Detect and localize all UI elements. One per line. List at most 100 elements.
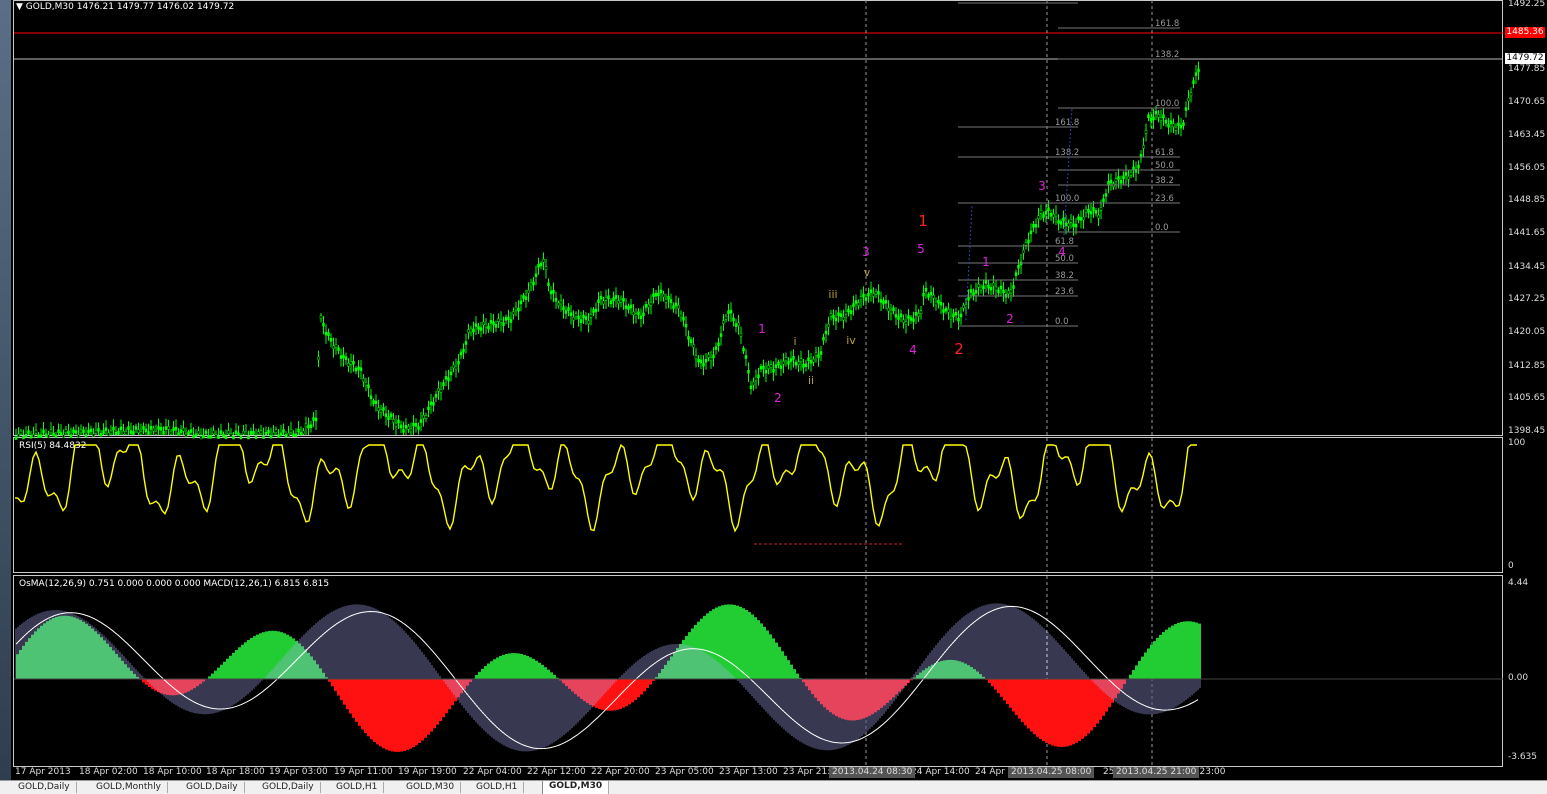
rsi-label: RSI(5) 84.4832 bbox=[19, 441, 86, 451]
candle-body bbox=[928, 294, 930, 297]
osma-bar bbox=[73, 617, 76, 679]
candle-body bbox=[218, 436, 220, 439]
symbol-header[interactable]: ▼ GOLD,M30 1476.21 1479.77 1476.02 1479.… bbox=[16, 2, 234, 12]
candle-body bbox=[540, 263, 542, 266]
candle-body bbox=[618, 300, 620, 303]
chart-tab[interactable]: GOLD,Daily bbox=[180, 782, 245, 793]
resistance-price-box: 1485.36 bbox=[1505, 27, 1545, 38]
candle-body bbox=[775, 365, 777, 368]
fib-level-label: 61.8 bbox=[1155, 148, 1174, 158]
candle-body bbox=[348, 363, 350, 366]
candle-body bbox=[325, 332, 327, 335]
osma-bar bbox=[382, 679, 385, 748]
osma-bar bbox=[814, 679, 817, 698]
candle-body bbox=[1155, 111, 1157, 114]
candle-body bbox=[820, 352, 822, 355]
candle-body bbox=[185, 434, 187, 437]
osma-bar bbox=[979, 674, 982, 679]
osma-bar bbox=[301, 646, 304, 679]
osma-bar bbox=[529, 657, 532, 679]
candle-body bbox=[1010, 290, 1012, 293]
osma-bar bbox=[379, 679, 382, 746]
chart-tab[interactable]: GOLD,H1 bbox=[330, 782, 384, 793]
osma-bar bbox=[706, 613, 709, 679]
osma-bar bbox=[538, 663, 541, 679]
fib-level-label: 161.8 bbox=[1155, 19, 1179, 29]
candle-body bbox=[838, 313, 840, 316]
chart-tab[interactable]: GOLD,H1 bbox=[470, 782, 524, 793]
time-axis-label: 23 Apr 13:00 bbox=[719, 767, 778, 777]
wave-label-olive: iii bbox=[828, 288, 837, 301]
osma-bar bbox=[808, 679, 811, 690]
candle-body bbox=[790, 359, 792, 362]
chart-tab[interactable]: GOLD,Daily bbox=[12, 782, 77, 793]
candle-body bbox=[300, 432, 302, 435]
candle-body bbox=[478, 327, 480, 330]
osma-bar bbox=[190, 679, 193, 690]
candle-body bbox=[635, 314, 637, 317]
candle-body bbox=[1108, 181, 1110, 184]
price-tick-label: 1470.65 bbox=[1508, 97, 1545, 107]
osma-bar bbox=[754, 617, 757, 679]
candle-body bbox=[378, 408, 380, 411]
candle-body bbox=[468, 330, 470, 333]
osma-bar bbox=[148, 679, 151, 687]
osma-bar bbox=[232, 653, 235, 679]
osma-bar bbox=[1075, 679, 1078, 743]
candle-body bbox=[93, 434, 95, 437]
candle-body bbox=[603, 301, 605, 304]
candle-body bbox=[1048, 208, 1050, 211]
osma-bar bbox=[520, 654, 523, 679]
dropdown-triangle-icon[interactable]: ▼ bbox=[16, 2, 23, 12]
candle-body bbox=[170, 431, 172, 434]
candle-body bbox=[1035, 224, 1037, 227]
candle-body bbox=[920, 311, 922, 314]
candle-body bbox=[250, 431, 252, 434]
chart-tab[interactable]: GOLD,M30 bbox=[400, 782, 461, 793]
chart-tab[interactable]: GOLD,Daily bbox=[256, 782, 321, 793]
candle-body bbox=[610, 301, 612, 304]
osma-bar bbox=[277, 631, 280, 679]
chart-tab[interactable]: GOLD,M30 bbox=[542, 781, 609, 794]
candle-body bbox=[395, 423, 397, 426]
osma-bar bbox=[1192, 622, 1195, 679]
osma-bar bbox=[58, 616, 61, 679]
candle-body bbox=[720, 334, 722, 337]
candle-body bbox=[1098, 215, 1100, 218]
candle-body bbox=[995, 287, 997, 290]
osma-bar bbox=[118, 657, 121, 679]
candle-body bbox=[818, 355, 820, 358]
osma-bar bbox=[574, 679, 577, 694]
osma-bar bbox=[37, 628, 40, 679]
osma-bar bbox=[22, 646, 25, 679]
osma-bar bbox=[1045, 679, 1048, 743]
chart-tab[interactable]: GOLD,Monthly bbox=[90, 782, 168, 793]
candle-body bbox=[660, 290, 662, 293]
candle-body bbox=[240, 436, 242, 439]
osma-bar bbox=[748, 612, 751, 679]
osma-bar bbox=[691, 628, 694, 679]
osma-bar bbox=[532, 659, 535, 679]
candle-body bbox=[588, 321, 590, 324]
candle-body bbox=[490, 320, 492, 323]
candle-body bbox=[1160, 118, 1162, 121]
candle-body bbox=[48, 435, 50, 438]
candle-body bbox=[880, 299, 882, 302]
osma-bar bbox=[889, 679, 892, 700]
candle-body bbox=[290, 429, 292, 432]
osma-bar bbox=[730, 604, 733, 679]
osma-bar bbox=[424, 679, 427, 738]
osma-bar bbox=[694, 625, 697, 679]
osma-bar bbox=[1174, 624, 1177, 679]
osma-bar bbox=[211, 674, 214, 679]
candle-body bbox=[688, 336, 690, 339]
osma-bar bbox=[589, 679, 592, 705]
osma-bar bbox=[727, 604, 730, 679]
candle-body bbox=[503, 323, 505, 326]
osma-bar bbox=[784, 656, 787, 679]
candle-body bbox=[160, 427, 162, 430]
osma-bar bbox=[82, 622, 85, 679]
osma-bar bbox=[661, 669, 664, 679]
osma-bar bbox=[40, 626, 43, 679]
price-tick-label: 1405.65 bbox=[1508, 393, 1545, 403]
